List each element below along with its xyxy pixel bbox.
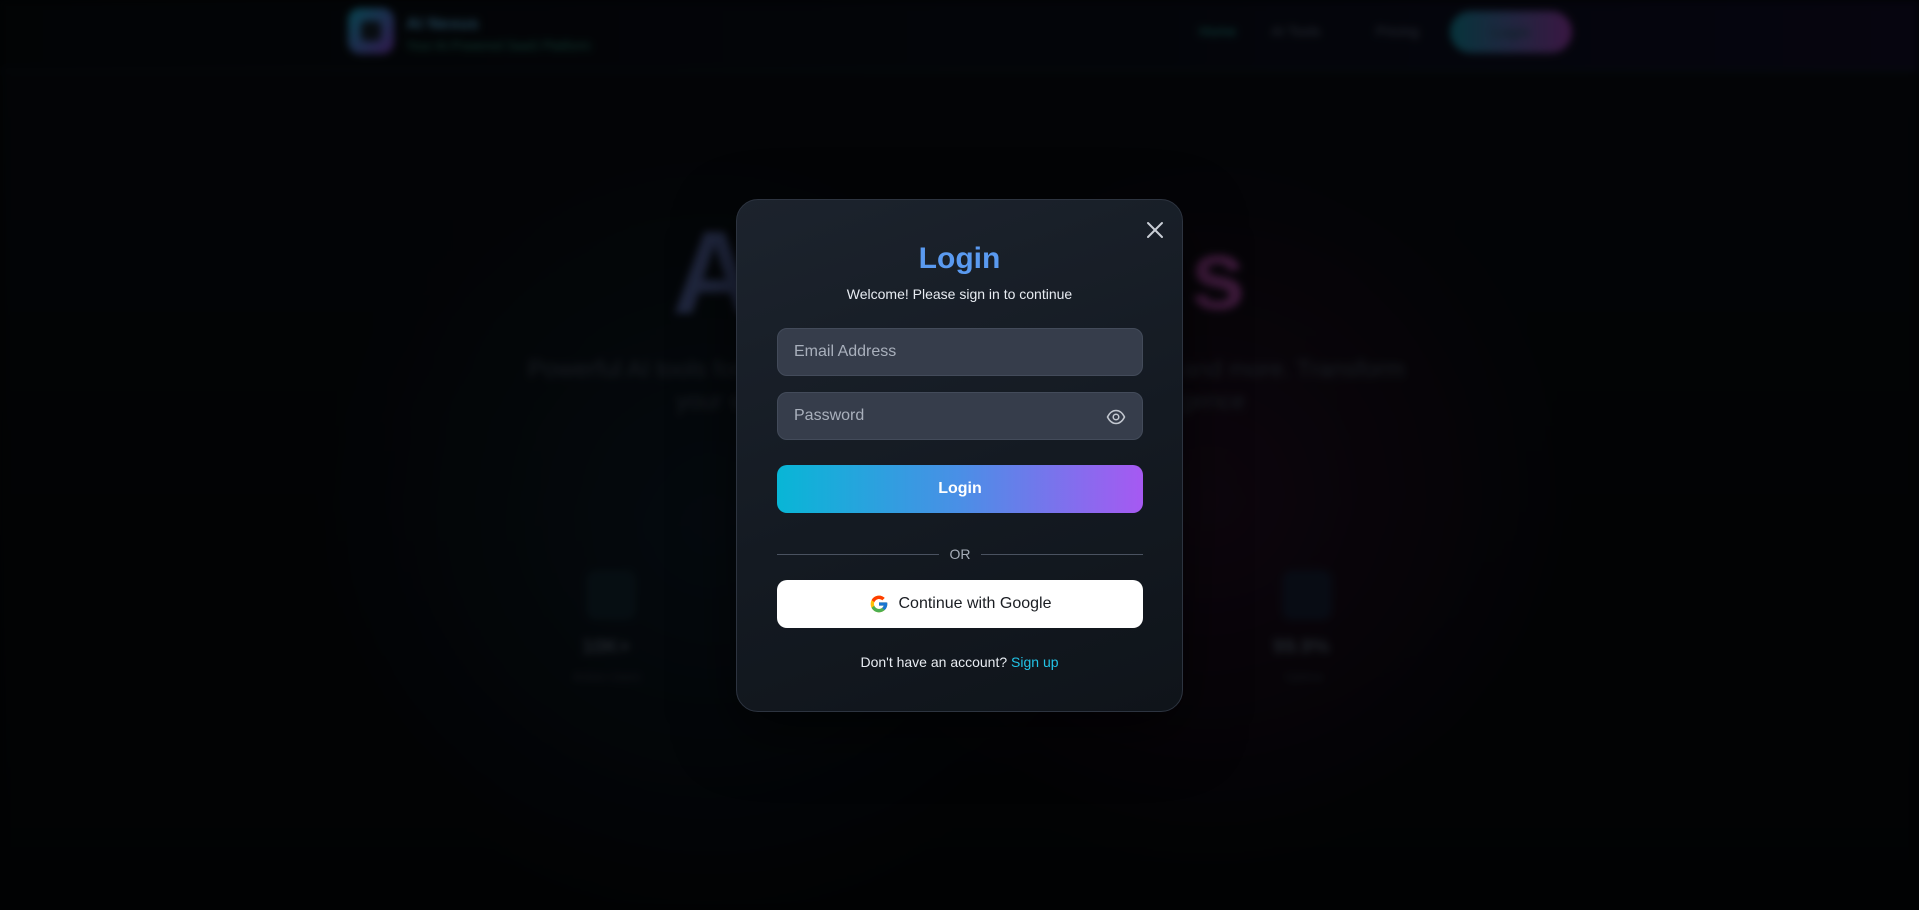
toggle-password-visibility-button[interactable] <box>1106 407 1126 427</box>
signup-link[interactable]: Sign up <box>1011 654 1058 670</box>
google-button-label: Continue with Google <box>898 595 1052 612</box>
login-modal: Login Welcome! Please sign in to continu… <box>736 199 1183 712</box>
google-signin-button[interactable]: Continue with Google <box>777 580 1143 628</box>
password-input[interactable] <box>778 393 1142 439</box>
modal-title: Login <box>918 242 1001 275</box>
login-button[interactable]: Login <box>777 465 1143 513</box>
divider-line <box>981 554 1143 555</box>
password-field-container <box>777 392 1143 440</box>
close-button[interactable] <box>1141 216 1169 244</box>
signup-prompt: Don't have an account? <box>860 654 1008 670</box>
signup-row: Don't have an account? Sign up <box>737 654 1182 670</box>
or-divider: OR <box>777 545 1143 565</box>
close-icon <box>1147 222 1163 238</box>
google-icon <box>870 595 887 613</box>
modal-subtitle: Welcome! Please sign in to continue <box>846 286 1073 302</box>
email-field-container <box>777 328 1143 376</box>
eye-icon <box>1106 409 1126 425</box>
email-input[interactable] <box>778 329 1142 375</box>
